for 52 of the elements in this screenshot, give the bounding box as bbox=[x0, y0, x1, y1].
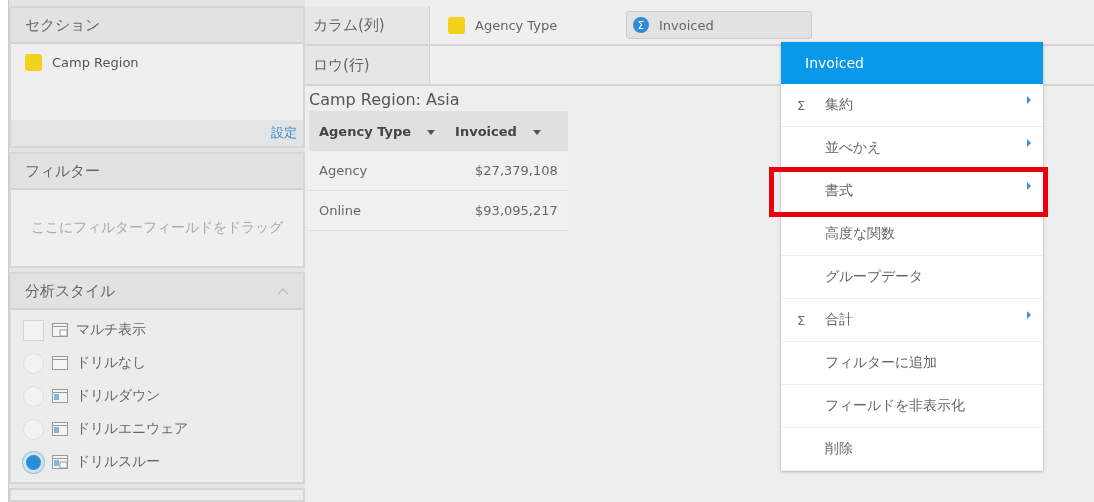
window-icon bbox=[52, 455, 68, 469]
radio-button[interactable] bbox=[23, 451, 44, 473]
menu-item-label: 高度な関数 bbox=[825, 225, 896, 243]
table-cell: Online bbox=[309, 190, 446, 231]
option-label: ドリルなし bbox=[76, 354, 146, 372]
menu-item-label: 並べかえ bbox=[825, 139, 882, 157]
menu-item[interactable]: Σ 集約 bbox=[781, 84, 1043, 127]
field-chip[interactable]: Camp Region bbox=[25, 54, 139, 71]
window-icon bbox=[52, 422, 68, 436]
analysis-title: 分析スタイル bbox=[25, 281, 115, 301]
sigma-icon: Σ bbox=[797, 97, 806, 113]
menu-item[interactable]: 書式 bbox=[781, 170, 1043, 213]
sort-caret-icon[interactable] bbox=[427, 129, 436, 135]
report-title: Camp Region: Asia bbox=[309, 89, 460, 111]
checkbox[interactable] bbox=[23, 319, 44, 341]
menu-item-label: 合計 bbox=[825, 311, 854, 329]
table-cell: $27,379,108 bbox=[445, 151, 568, 191]
collapse-icon[interactable] bbox=[277, 287, 289, 295]
sort-caret-icon[interactable] bbox=[532, 129, 541, 135]
field-pill[interactable]: Agency Type bbox=[442, 11, 612, 39]
window-icon bbox=[52, 389, 68, 403]
menu-item[interactable]: グループデータ bbox=[781, 256, 1043, 299]
sigma-badge: Σ bbox=[633, 17, 649, 33]
menu-item[interactable]: 削除 bbox=[781, 428, 1043, 471]
menu-item-label: グループデータ bbox=[825, 268, 924, 286]
menu-item-label: 書式 bbox=[825, 182, 854, 200]
window-icon bbox=[52, 323, 68, 337]
option-label: ドリルスルー bbox=[76, 453, 160, 471]
table-cell: Agency bbox=[309, 151, 446, 191]
filter-title: フィルター bbox=[25, 161, 100, 181]
sigma-icon: Σ bbox=[797, 312, 806, 328]
option-label: ドリルダウン bbox=[76, 387, 160, 405]
option-label: マルチ表示 bbox=[76, 321, 146, 339]
table-cell: $93,095,217 bbox=[445, 190, 568, 231]
section-title: セクション bbox=[25, 15, 100, 35]
menu-item[interactable]: 高度な関数 bbox=[781, 213, 1043, 256]
menu-item-label: 削除 bbox=[825, 440, 854, 458]
window-icon bbox=[52, 356, 68, 370]
field-pill[interactable]: Σ Invoiced bbox=[626, 11, 812, 39]
column-header[interactable]: Invoiced bbox=[445, 111, 568, 151]
menu-item[interactable]: フィールドを非表示化 bbox=[781, 385, 1043, 428]
menu-item-label: フィルターに追加 bbox=[825, 354, 938, 372]
column-header[interactable]: Agency Type bbox=[309, 111, 446, 151]
menu-item[interactable]: 並べかえ bbox=[781, 127, 1043, 170]
menu-item-label: 集約 bbox=[825, 96, 854, 114]
pill-label: Agency Type bbox=[475, 17, 558, 33]
pill-label: Invoiced bbox=[659, 17, 714, 33]
menu-item-label: フィールドを非表示化 bbox=[825, 397, 966, 415]
menu-title: Invoiced bbox=[781, 42, 1043, 84]
menu-item[interactable]: Σ 合計 bbox=[781, 299, 1043, 342]
option-label: ドリルエニウェア bbox=[76, 420, 188, 438]
menu-item[interactable]: フィルターに追加 bbox=[781, 342, 1043, 385]
